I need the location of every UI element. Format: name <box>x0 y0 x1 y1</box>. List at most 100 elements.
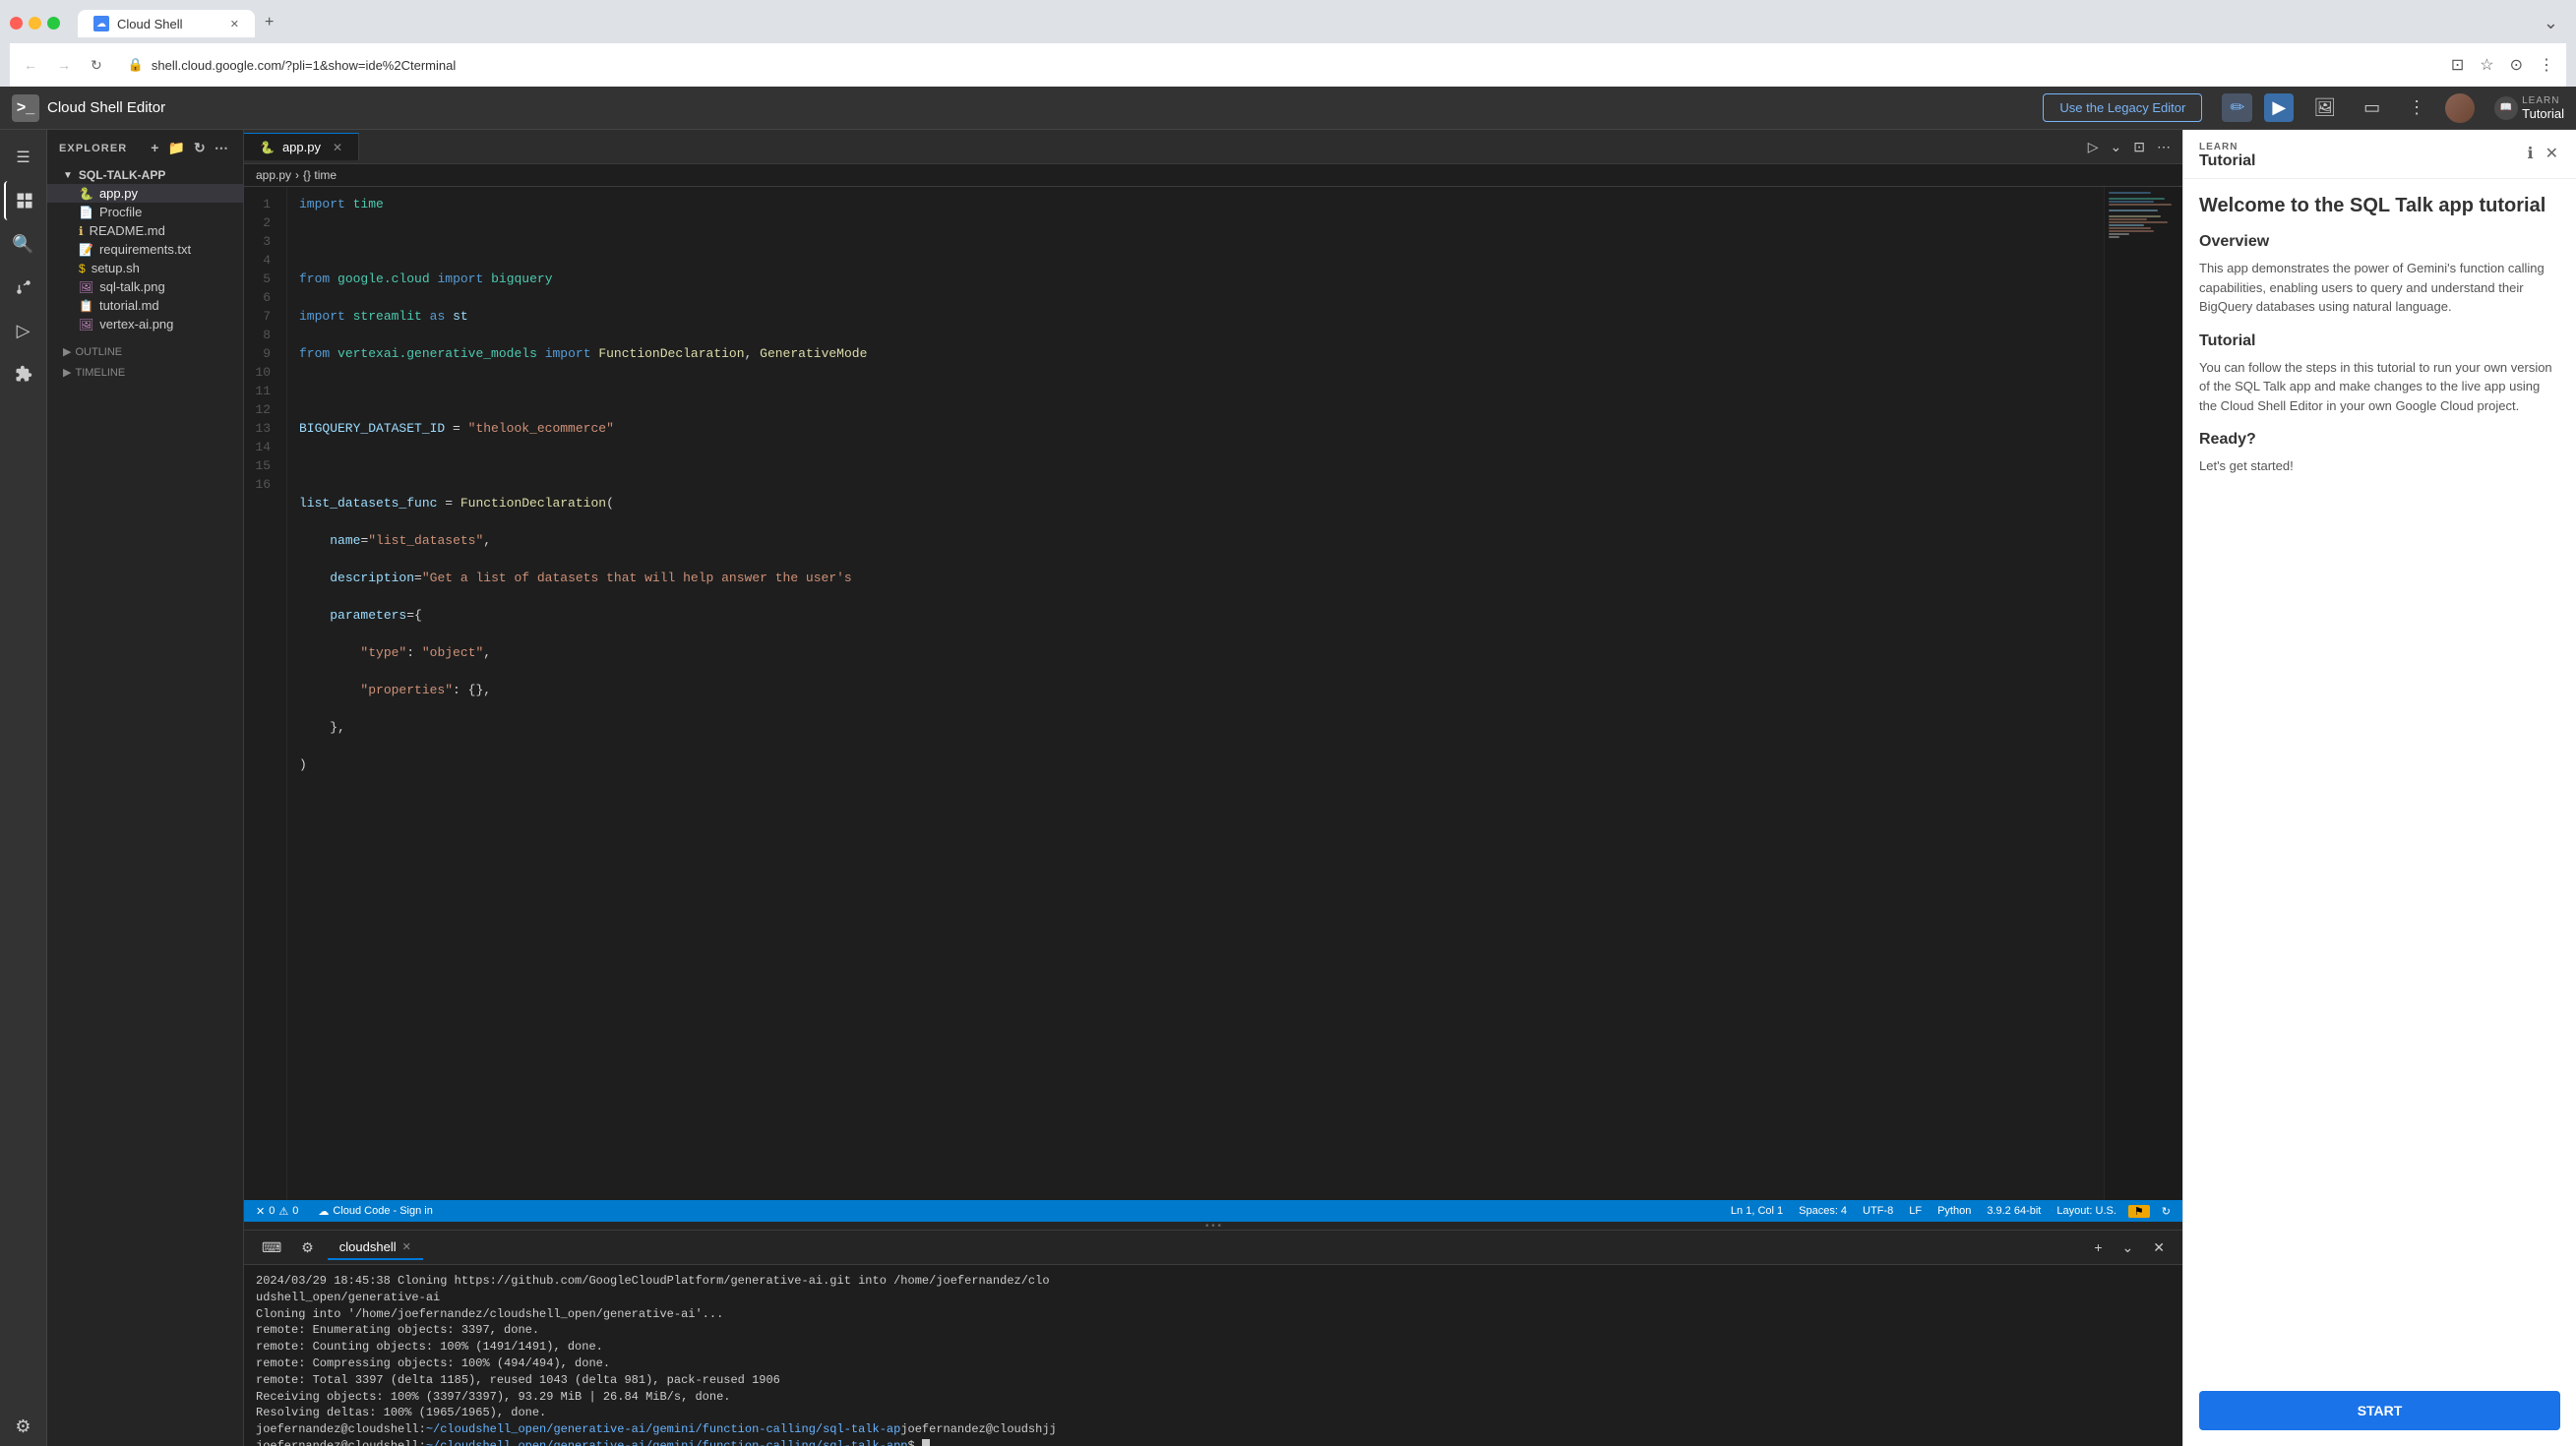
minimap-line-12 <box>2109 224 2144 226</box>
line-numbers: 1 2 3 4 5 6 7 8 9 10 11 12 13 14 <box>244 187 287 1200</box>
ln-15: 15 <box>244 456 278 475</box>
tab-close-button[interactable]: ✕ <box>230 18 239 30</box>
ln-6: 6 <box>244 288 278 307</box>
status-errors[interactable]: ✕ 0 ⚠ 0 <box>252 1205 302 1218</box>
menu-icon-button[interactable]: ☰ <box>4 138 43 177</box>
back-button[interactable]: ← <box>18 53 43 77</box>
run-debug-icon-button[interactable]: ▷ <box>4 311 43 350</box>
status-encoding[interactable]: UTF-8 <box>1859 1205 1897 1218</box>
tab-filename: app.py <box>282 140 321 154</box>
sidebar-new-folder-button[interactable]: 📁 <box>166 138 189 158</box>
editor-tab-app-py[interactable]: 🐍 app.py ✕ <box>244 133 359 160</box>
search-icon-button[interactable]: 🔍 <box>4 224 43 264</box>
tutorial-panel-header: LEARN Tutorial ℹ ✕ <box>2183 130 2576 179</box>
code-content[interactable]: import time from google.cloud import big… <box>287 187 2104 1200</box>
ln-9: 9 <box>244 344 278 363</box>
split-icon-button[interactable]: ▭ <box>2356 93 2388 122</box>
new-tab-button[interactable]: + <box>255 8 283 37</box>
ln-8: 8 <box>244 326 278 344</box>
terminal-settings-button[interactable]: ⚙ <box>295 1237 320 1258</box>
legacy-editor-button[interactable]: Use the Legacy Editor <box>2043 93 2202 122</box>
breadcrumb-section[interactable]: {} time <box>303 168 337 182</box>
sidebar-item-requirements[interactable]: 📝 requirements.txt <box>47 240 243 259</box>
terminal-dropdown-button[interactable]: ⌄ <box>2116 1237 2140 1258</box>
profile-button[interactable]: ⊙ <box>2506 53 2527 77</box>
status-refresh-icon[interactable]: ↻ <box>2158 1205 2175 1218</box>
address-bar[interactable]: 🔒 <box>116 47 2439 83</box>
more-actions-button[interactable]: ⋯ <box>2153 137 2175 157</box>
run-button[interactable]: ▷ <box>2084 137 2103 157</box>
status-cloud-code[interactable]: ☁ Cloud Code - Sign in <box>314 1205 437 1218</box>
timeline-label: TIMELINE <box>75 367 125 379</box>
code-line-7: BIGQUERY_DATASET_ID = "thelook_ecommerce… <box>299 419 2092 438</box>
sidebar-item-procfile[interactable]: 📄 Procfile <box>47 203 243 221</box>
terminal-keyboard-button[interactable]: ⌨ <box>256 1237 287 1258</box>
sidebar-item-sql-talk-png[interactable]: 🖼 sql-talk.png <box>47 277 243 296</box>
terminal-icon-button[interactable]: ▶ <box>2264 93 2294 122</box>
warning-count: 0 <box>292 1205 298 1217</box>
bookmark-button[interactable]: ☆ <box>2476 53 2497 77</box>
edit-icon-button[interactable]: ✏ <box>2222 93 2252 122</box>
sidebar-outline-section[interactable]: ▶ OUTLINE <box>47 341 243 362</box>
extensions-button[interactable]: ⊡ <box>2447 53 2468 77</box>
status-language[interactable]: Python <box>1933 1205 1975 1218</box>
sidebar-item-tutorial-md[interactable]: 📋 tutorial.md <box>47 296 243 315</box>
sidebar-timeline-section[interactable]: ▶ TIMELINE <box>47 362 243 383</box>
maximize-window-button[interactable] <box>47 17 60 30</box>
source-control-icon-button[interactable] <box>4 268 43 307</box>
app-header: >_ Cloud Shell Editor Use the Legacy Edi… <box>0 87 2576 130</box>
settings-icon-button[interactable]: ⚙ <box>4 1407 43 1446</box>
minimize-window-button[interactable] <box>29 17 41 30</box>
status-line-endings[interactable]: LF <box>1905 1205 1926 1218</box>
status-python-version[interactable]: 3.9.2 64-bit <box>1983 1205 2045 1218</box>
sidebar-more-button[interactable]: ⋯ <box>213 138 231 158</box>
sidebar-folder-sql-talk[interactable]: ▼ SQL-TALK-APP <box>47 166 243 184</box>
terminal-add-button[interactable]: + <box>2088 1237 2108 1257</box>
minimap-line-4 <box>2109 201 2154 203</box>
status-layout[interactable]: Layout: U.S. <box>2053 1205 2120 1218</box>
dots-separator[interactable]: • • • <box>244 1222 2182 1230</box>
more-options-button[interactable]: ⋮ <box>2400 93 2433 122</box>
minimap-line-11 <box>2109 221 2168 223</box>
tutorial-close-button[interactable]: ✕ <box>2544 142 2560 165</box>
code-line-4: import streamlit as st <box>299 307 2092 326</box>
sidebar-item-app-py[interactable]: 🐍 app.py <box>47 184 243 203</box>
sidebar-item-vertex-ai-png[interactable]: 🖼 vertex-ai.png <box>47 315 243 333</box>
sidebar-item-setup[interactable]: $ setup.sh <box>47 259 243 277</box>
url-input[interactable] <box>152 58 2427 73</box>
explorer-icon-button[interactable] <box>4 181 43 220</box>
start-tutorial-button[interactable]: START <box>2199 1391 2560 1430</box>
sidebar-sections: ▶ OUTLINE ▶ TIMELINE <box>47 341 243 383</box>
sidebar-new-file-button[interactable]: + <box>149 138 161 158</box>
extensions-icon-button[interactable] <box>4 354 43 393</box>
more-button[interactable]: ⋮ <box>2535 53 2558 77</box>
code-editor[interactable]: 1 2 3 4 5 6 7 8 9 10 11 12 13 14 <box>244 187 2182 1200</box>
run-dropdown-button[interactable]: ⌄ <box>2107 137 2126 157</box>
split-editor-button[interactable]: ⊡ <box>2129 137 2149 157</box>
user-avatar[interactable] <box>2445 93 2475 123</box>
filename-readme: README.md <box>90 223 165 238</box>
tutorial-info-button[interactable]: ℹ <box>2526 142 2536 165</box>
close-window-button[interactable] <box>10 17 23 30</box>
filename-app-py: app.py <box>99 186 138 201</box>
terminal-line-9: Resolving deltas: 100% (1965/1965), done… <box>256 1405 2171 1421</box>
browser-tab-active[interactable]: ☁ Cloud Shell ✕ <box>78 10 255 37</box>
webcam-icon-button[interactable]: 🖼 <box>2305 93 2344 122</box>
breadcrumb-file[interactable]: app.py <box>256 168 291 182</box>
terminal-tab-cloudshell[interactable]: cloudshell ✕ <box>328 1235 423 1260</box>
cloud-shell-icon: >_ <box>12 94 39 122</box>
status-spaces[interactable]: Spaces: 4 <box>1795 1205 1851 1218</box>
minimap-line-10 <box>2109 218 2147 220</box>
terminal-actions: + ⌄ ✕ <box>2088 1237 2171 1258</box>
terminal-tab-close-button[interactable]: ✕ <box>402 1240 411 1253</box>
terminal-close-button[interactable]: ✕ <box>2147 1237 2171 1258</box>
learn-label: LEARN <box>2522 95 2564 106</box>
terminal-content[interactable]: 2024/03/29 18:45:38 Cloning https://gith… <box>244 1265 2182 1446</box>
forward-button[interactable]: → <box>51 53 77 77</box>
status-warning-badge[interactable]: ⚑ <box>2128 1205 2150 1218</box>
sidebar-refresh-button[interactable]: ↻ <box>192 138 209 158</box>
status-ln-col[interactable]: Ln 1, Col 1 <box>1727 1205 1787 1218</box>
reload-button[interactable]: ↻ <box>85 53 108 78</box>
sidebar-item-readme[interactable]: ℹ README.md <box>47 221 243 240</box>
tab-close-icon[interactable]: ✕ <box>333 141 342 154</box>
